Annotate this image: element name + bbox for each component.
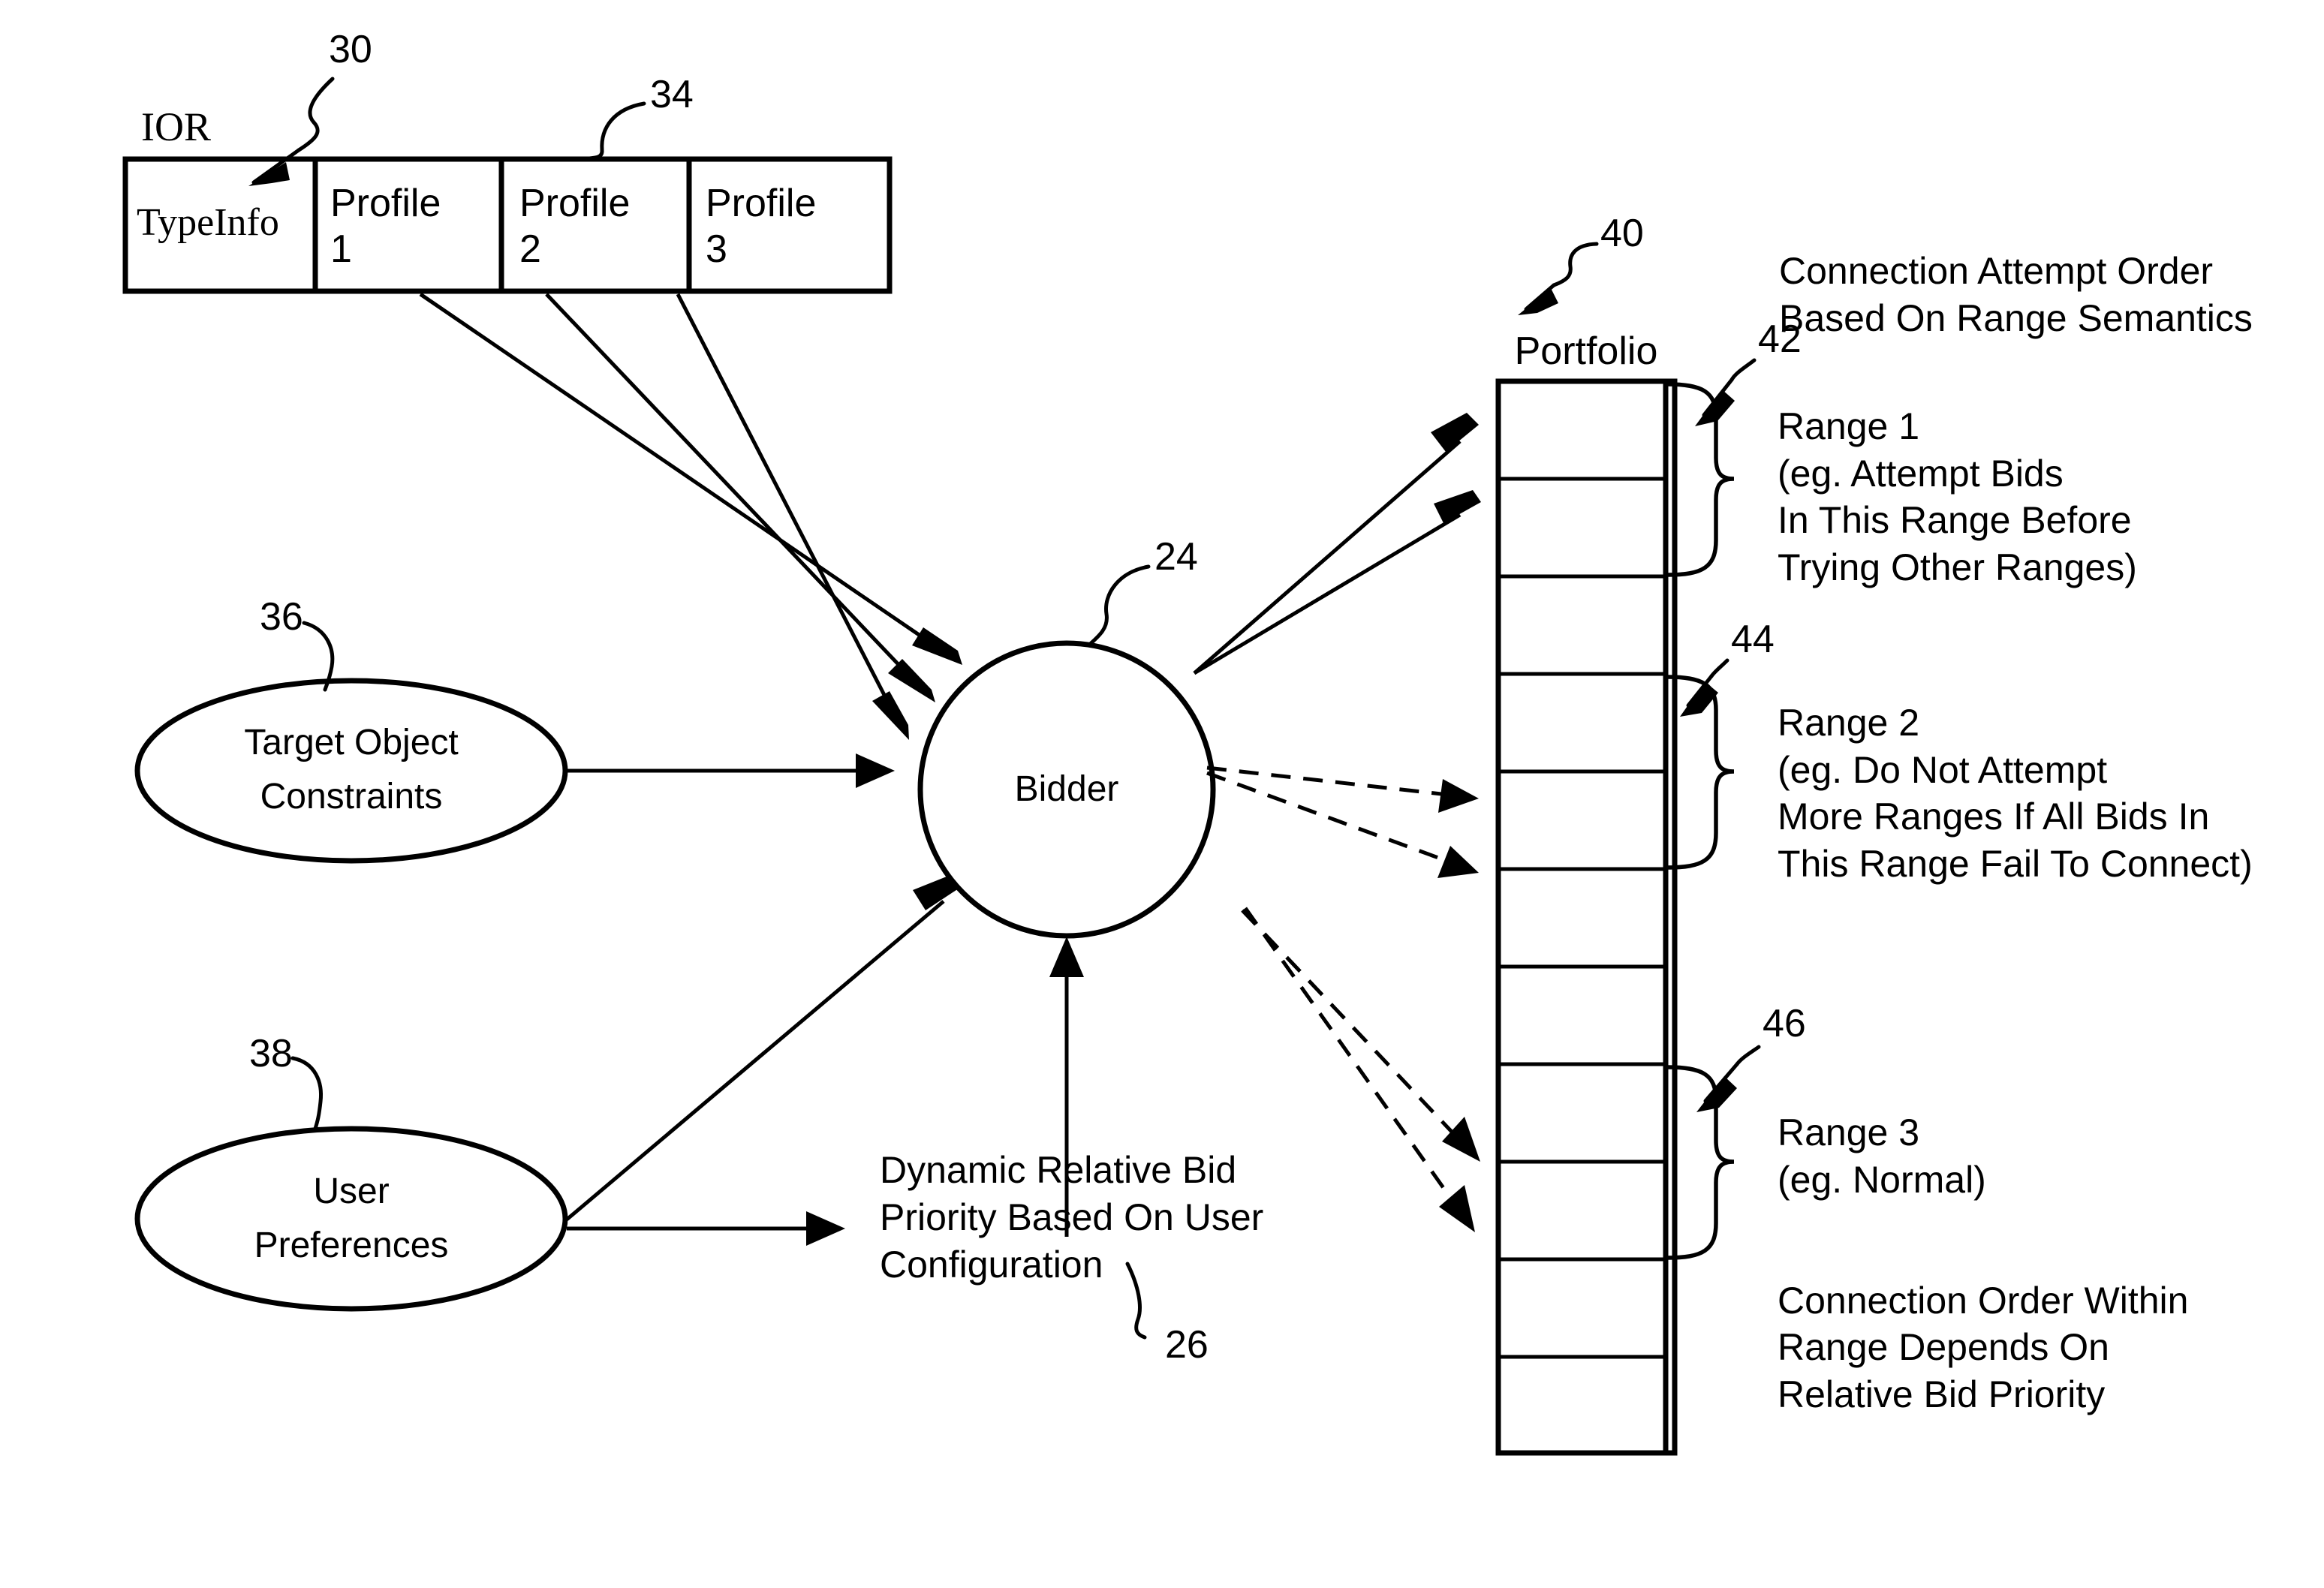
connection-order-note-line-3: Relative Bid Priority	[1778, 1373, 2106, 1415]
user-preferences-line2: Preferences	[254, 1226, 449, 1266]
ior-label: IOR	[141, 104, 211, 149]
ref-44-leader	[1680, 658, 1729, 717]
ref-number-24: 24	[1154, 535, 1198, 579]
bid-priority-note-line-1: Dynamic Relative Bid	[880, 1149, 1237, 1191]
ref-40-leader	[1518, 242, 1599, 315]
ref-34-leader	[580, 101, 646, 161]
user-preferences-ellipse	[134, 1126, 568, 1312]
bidder-label: Bidder	[1014, 769, 1119, 809]
bid-priority-note-line-3: Configuration	[880, 1244, 1103, 1286]
ref-number-40: 40	[1600, 212, 1644, 255]
range-2-detail-line-2: More Ranges If All Bids In	[1778, 796, 2210, 838]
ior-cell-profile-2-line2: 2	[519, 227, 541, 271]
range-3-title: Range 3	[1778, 1111, 1920, 1153]
portfolio-label: Portfolio	[1514, 329, 1658, 373]
connection-attempt-order-line-2: Based On Range Semantics	[1779, 297, 2253, 339]
user-preferences-line1: User	[313, 1171, 390, 1212]
target-object-constraints-ellipse	[134, 678, 568, 864]
connection-attempt-order-line-1: Connection Attempt Order	[1779, 250, 2214, 292]
patent-figure-canvas: IOR 30 34 TypeInfo Profile 1 Profile 2 P…	[0, 0, 2324, 1588]
ref-number-38: 38	[249, 1032, 293, 1075]
bidder-to-portfolio-dashed-arrows	[1206, 765, 1480, 1232]
ref-42-leader	[1695, 358, 1757, 426]
portfolio-stack	[1495, 378, 1678, 1456]
profile-to-bidder-arrows	[419, 292, 962, 740]
ref-number-44: 44	[1731, 618, 1775, 661]
target-object-constraints-line2: Constraints	[260, 777, 443, 817]
range-1-detail-line-2: In This Range Before	[1778, 499, 2132, 541]
ref-number-36: 36	[260, 595, 303, 639]
ref-38-leader	[290, 1056, 324, 1131]
range-2-detail-line-1: (eg. Do Not Attempt	[1778, 749, 2108, 791]
connection-order-note-line-2: Range Depends On	[1778, 1326, 2109, 1368]
ref-number-46: 46	[1763, 1002, 1806, 1045]
constraints-to-bidder-arrow	[565, 753, 895, 788]
ref-number-26: 26	[1165, 1323, 1209, 1367]
ior-cell-profile-2-line1: Profile	[519, 182, 631, 225]
range-1-title: Range 1	[1778, 405, 1920, 447]
ior-cell-typeinfo: TypeInfo	[137, 201, 279, 244]
ior-cell-profile-1-line1: Profile	[330, 182, 441, 225]
range-3-detail-line-1: (eg. Normal)	[1778, 1159, 1986, 1201]
ref-24-leader	[1086, 564, 1151, 648]
connection-order-note-line-1: Connection Order Within	[1778, 1280, 2189, 1322]
ior-cell-profile-3-line1: Profile	[706, 182, 817, 225]
ref-number-30: 30	[329, 28, 372, 71]
bidder-to-portfolio-solid-arrows	[1193, 413, 1481, 675]
range-1-detail-line-3: Trying Other Ranges)	[1778, 546, 2137, 588]
target-object-constraints-line1: Target Object	[244, 723, 459, 763]
range-2-detail-line-3: This Range Fail To Connect)	[1778, 843, 2253, 885]
ior-cell-profile-1-line2: 1	[330, 227, 352, 271]
range-2-title: Range 2	[1778, 702, 1920, 744]
ior-cell-profile-3-line2: 3	[706, 227, 727, 271]
ref-30-leader	[248, 77, 335, 186]
ref-46-leader	[1696, 1045, 1761, 1112]
bid-priority-note-line-2: Priority Based On User	[880, 1196, 1264, 1238]
ref-number-34: 34	[650, 73, 694, 116]
range-1-detail-line-1: (eg. Attempt Bids	[1778, 453, 2064, 495]
ref-26-leader	[1125, 1262, 1147, 1340]
ref-number-42: 42	[1758, 317, 1802, 361]
